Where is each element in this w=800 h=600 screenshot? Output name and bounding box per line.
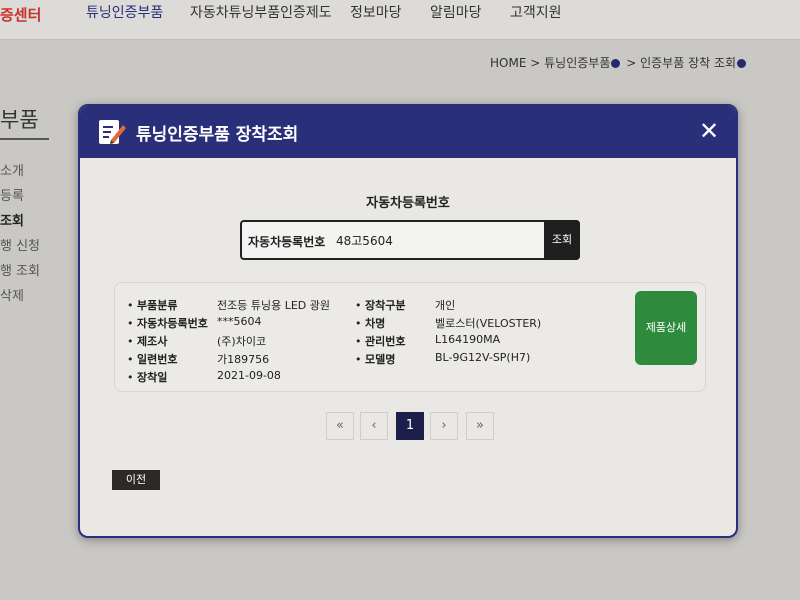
- modal-title: 튜닝인증부품 장착조회: [136, 125, 299, 145]
- sidebar-item[interactable]: 소개: [0, 160, 24, 179]
- page-1-button[interactable]: 1: [396, 412, 424, 440]
- field-install-date: 장착일2021-09-08: [127, 369, 281, 385]
- breadcrumb-sep: >: [530, 56, 541, 70]
- search-heading: 자동차등록번호: [366, 196, 450, 211]
- field-part-category: 부품분류전조등 튜닝용 LED 광원: [127, 297, 330, 313]
- field-install-type: 장착구분개인: [355, 297, 455, 313]
- back-button[interactable]: 이전: [112, 470, 160, 490]
- prev-page-button[interactable]: ‹: [360, 412, 388, 440]
- close-icon[interactable]: ✕: [696, 118, 722, 144]
- sidebar-title: 부품: [0, 104, 49, 140]
- installation-lookup-modal: 튜닝인증부품 장착조회 ✕ 자동차등록번호 자동차등록번호 조회 부품분류전조등…: [78, 104, 738, 538]
- first-page-button[interactable]: «: [326, 412, 354, 440]
- last-page-button[interactable]: »: [466, 412, 494, 440]
- sidebar-item[interactable]: 등록: [0, 185, 24, 204]
- field-vehicle-number: 자동차등록번호***5604: [127, 315, 262, 331]
- nav-certification-system[interactable]: 자동차튜닝부품인증제도: [190, 2, 332, 22]
- edit-document-icon: [99, 120, 126, 144]
- nav-tuning-parts[interactable]: 튜닝인증부품: [86, 2, 163, 22]
- breadcrumb-level2[interactable]: 인증부품 장착 조회: [640, 56, 736, 70]
- sidebar-item[interactable]: 행 조회: [0, 260, 40, 279]
- dropdown-dot-icon[interactable]: [737, 59, 747, 68]
- modal-header: 튜닝인증부품 장착조회 ✕: [80, 106, 736, 158]
- nav-support[interactable]: 고객지원: [510, 2, 562, 22]
- breadcrumb: HOME > 튜닝인증부품 > 인증부품 장착 조회: [490, 54, 748, 71]
- search-button[interactable]: 조회: [544, 220, 580, 260]
- dropdown-dot-icon[interactable]: [611, 59, 621, 68]
- field-manufacturer: 제조사(주)차이코: [127, 333, 266, 349]
- sidebar-item[interactable]: 행 신청: [0, 235, 40, 254]
- field-car-name: 차명벨로스터(VELOSTER): [355, 315, 541, 331]
- search-label: 자동차등록번호: [248, 235, 326, 249]
- field-model-name: 모델명BL-9G12V-SP(H7): [355, 351, 530, 367]
- field-serial-number: 일련번호가189756: [127, 351, 269, 367]
- sidebar-item[interactable]: 삭제: [0, 285, 24, 304]
- breadcrumb-level1[interactable]: 튜닝인증부품: [544, 56, 610, 70]
- breadcrumb-home[interactable]: HOME: [490, 56, 526, 70]
- sidebar-item-active[interactable]: 조회: [0, 210, 24, 229]
- field-management-number: 관리번호L164190MA: [355, 333, 500, 349]
- nav-notice[interactable]: 알림마당: [430, 2, 482, 22]
- next-page-button[interactable]: ›: [430, 412, 458, 440]
- logo[interactable]: 증센터: [0, 4, 41, 25]
- vehicle-number-input[interactable]: [336, 233, 536, 247]
- top-nav: 증센터 튜닝인증부품 자동차튜닝부품인증제도 정보마당 알림마당 고객지원: [0, 0, 800, 40]
- result-card: 부품분류전조등 튜닝용 LED 광원 자동차등록번호***5604 제조사(주)…: [114, 282, 706, 392]
- product-detail-button[interactable]: 제품상세: [635, 291, 697, 365]
- breadcrumb-sep: >: [626, 56, 637, 70]
- nav-info[interactable]: 정보마당: [350, 2, 402, 22]
- search-box: 자동차등록번호 조회: [240, 220, 580, 260]
